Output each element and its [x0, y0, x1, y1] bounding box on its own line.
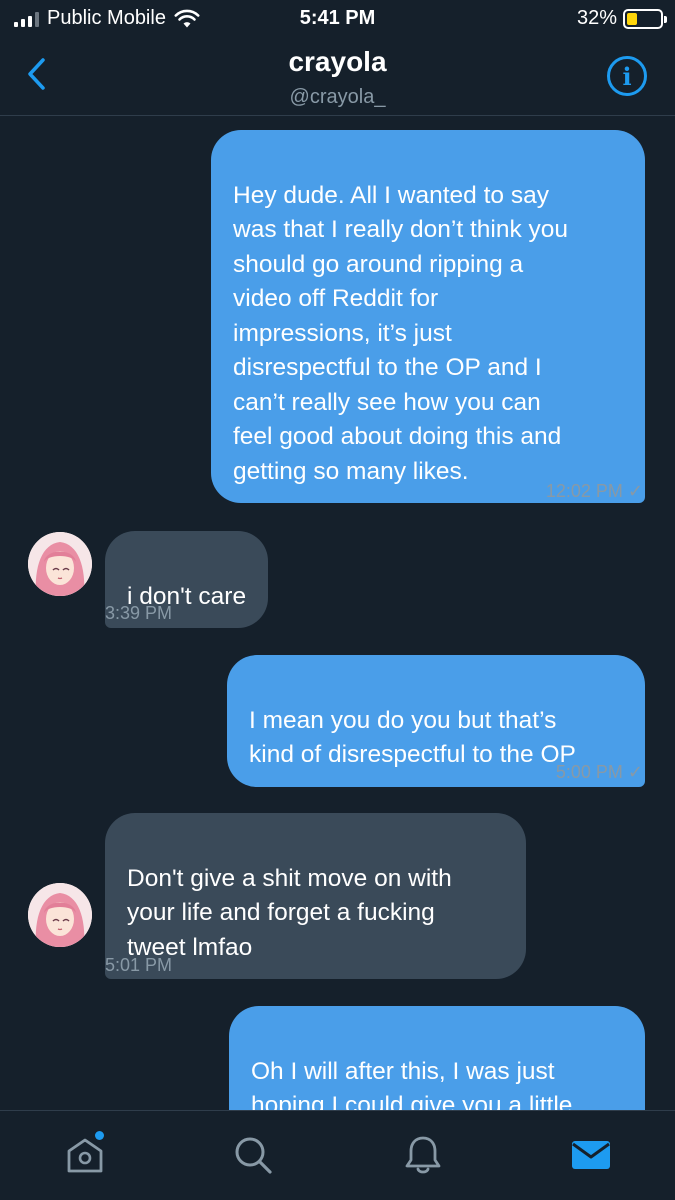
conversation-name[interactable]: crayola [0, 46, 675, 78]
info-button[interactable]: i [607, 56, 647, 96]
message-bubble-sent[interactable]: Oh I will after this, I was just hoping … [229, 1006, 645, 1110]
tab-search[interactable] [213, 1111, 293, 1200]
message-timestamp: 5:01 PM [105, 955, 173, 975]
info-icon: i [622, 61, 632, 91]
notification-dot [95, 1131, 104, 1140]
bell-icon [405, 1136, 441, 1174]
avatar[interactable] [28, 883, 92, 947]
message-list[interactable]: Hey dude. All I wanted to say was that I… [0, 117, 675, 1110]
mail-icon [572, 1141, 610, 1169]
avatar[interactable] [28, 532, 92, 596]
message-bubble-sent[interactable]: Hey dude. All I wanted to say was that I… [211, 130, 645, 503]
tab-messages[interactable] [551, 1111, 631, 1200]
tab-home[interactable] [45, 1111, 125, 1200]
avatar-image [28, 532, 92, 596]
clock: 5:41 PM [299, 7, 376, 29]
battery-icon [623, 8, 667, 29]
message-timestamp: 5:00 PM ✓ [555, 762, 643, 782]
message-text: Hey dude. All I wanted to say was that I… [233, 181, 569, 485]
tab-bar [0, 1110, 675, 1200]
avatar-image [28, 883, 92, 947]
message-text: Oh I will after this, I was just hoping … [251, 1057, 573, 1111]
message-timestamp: 12:02 PM ✓ [545, 481, 643, 501]
message-text: Don't give a shit move on with your life… [127, 864, 452, 961]
message-text: I mean you do you but that’s kind of dis… [249, 706, 576, 769]
tab-notifications[interactable] [383, 1111, 463, 1200]
message-timestamp: 3:39 PM [105, 603, 173, 623]
conversation-header: crayola @crayola_ i [0, 38, 675, 116]
battery-percent: 32% [576, 7, 617, 29]
search-icon [235, 1137, 272, 1174]
battery-group: 32% [576, 7, 667, 30]
conversation-handle: @crayola_ [289, 86, 386, 108]
status-bar: Public Mobile 5:41 PM 32% [0, 0, 675, 38]
